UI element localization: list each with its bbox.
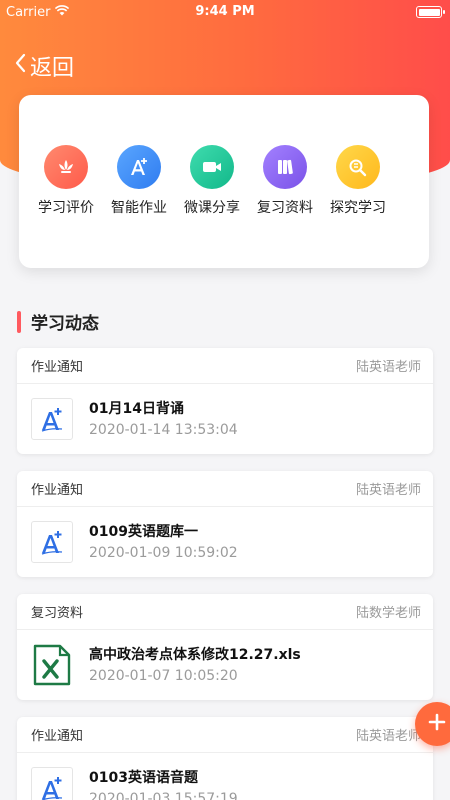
menu-item-micro-lesson[interactable]: 微课分享 <box>172 145 252 217</box>
battery-icon <box>416 6 445 18</box>
feed-card[interactable]: 复习资料 陆数学老师 高中政治考点体系修改12.27.xls 2020-01-0… <box>17 594 433 700</box>
section-title: 学习动态 <box>31 314 99 334</box>
homework-a-icon <box>117 145 161 189</box>
homework-a-icon <box>31 521 73 563</box>
homework-a-icon <box>31 398 73 440</box>
card-type: 作业通知 <box>31 360 84 375</box>
card-teacher: 陆英语老师 <box>355 483 421 498</box>
card-body: 高中政治考点体系修改12.27.xls 2020-01-07 10:05:20 <box>17 630 433 700</box>
card-teacher: 陆英语老师 <box>355 360 421 375</box>
status-bar: Carrier 9:44 PM <box>0 0 450 24</box>
menu-label: 探究学习 <box>330 200 386 216</box>
card-body: 01月14日背诵 2020-01-14 13:53:04 <box>17 384 433 454</box>
card-body: 0103英语语音题 2020-01-03 15:57:19 <box>17 753 433 800</box>
card-teacher: 陆英语老师 <box>355 729 421 744</box>
file-title: 0103英语语音题 <box>89 770 198 786</box>
card-body: 0109英语题库一 2020-01-09 10:59:02 <box>17 507 433 577</box>
file-title: 01月14日背诵 <box>89 401 184 417</box>
feature-menu: 学习评价 智能作业 微课分享 复习资料 探究学习 <box>19 95 429 268</box>
excel-file-icon <box>31 644 73 686</box>
clock: 9:44 PM <box>195 4 255 19</box>
file-title: 0109英语题库一 <box>89 524 198 540</box>
file-date: 2020-01-14 13:53:04 <box>89 422 238 438</box>
menu-item-review-material[interactable]: 复习资料 <box>245 145 325 217</box>
menu-label: 复习资料 <box>257 200 313 216</box>
file-date: 2020-01-07 10:05:20 <box>89 668 238 684</box>
card-type: 作业通知 <box>31 729 84 744</box>
lotus-icon <box>44 145 88 189</box>
menu-item-learning-evaluation[interactable]: 学习评价 <box>26 145 106 217</box>
card-header: 作业通知 陆英语老师 <box>17 348 433 384</box>
menu-label: 微课分享 <box>184 200 240 216</box>
chevron-left-icon <box>14 52 26 80</box>
card-header: 作业通知 陆英语老师 <box>17 471 433 507</box>
card-type: 复习资料 <box>31 606 84 621</box>
file-date: 2020-01-09 10:59:02 <box>89 545 238 561</box>
menu-item-inquiry-learning[interactable]: 探究学习 <box>318 145 398 217</box>
books-icon <box>263 145 307 189</box>
explore-icon <box>336 145 380 189</box>
back-button[interactable]: 返回 <box>14 50 74 82</box>
menu-label: 学习评价 <box>38 200 94 216</box>
card-header: 复习资料 陆数学老师 <box>17 594 433 630</box>
feed-card[interactable]: 作业通知 陆英语老师 0103英语语音题 2020-01-03 15:57:19 <box>17 717 433 800</box>
menu-label: 智能作业 <box>111 200 167 216</box>
video-camera-icon <box>190 145 234 189</box>
section-header: 学习动态 <box>17 309 99 334</box>
file-title: 高中政治考点体系修改12.27.xls <box>89 647 301 663</box>
menu-item-smart-homework[interactable]: 智能作业 <box>99 145 179 217</box>
homework-a-icon <box>31 767 73 800</box>
section-accent-bar <box>17 310 21 333</box>
card-type: 作业通知 <box>31 483 84 498</box>
plus-icon <box>427 712 447 736</box>
file-date: 2020-01-03 15:57:19 <box>89 791 238 800</box>
card-teacher: 陆数学老师 <box>355 606 421 621</box>
feed-card[interactable]: 作业通知 陆英语老师 01月14日背诵 2020-01-14 13:53:04 <box>17 348 433 454</box>
back-label: 返回 <box>30 56 75 81</box>
card-header: 作业通知 陆英语老师 <box>17 717 433 753</box>
feed-card[interactable]: 作业通知 陆英语老师 0109英语题库一 2020-01-09 10:59:02 <box>17 471 433 577</box>
